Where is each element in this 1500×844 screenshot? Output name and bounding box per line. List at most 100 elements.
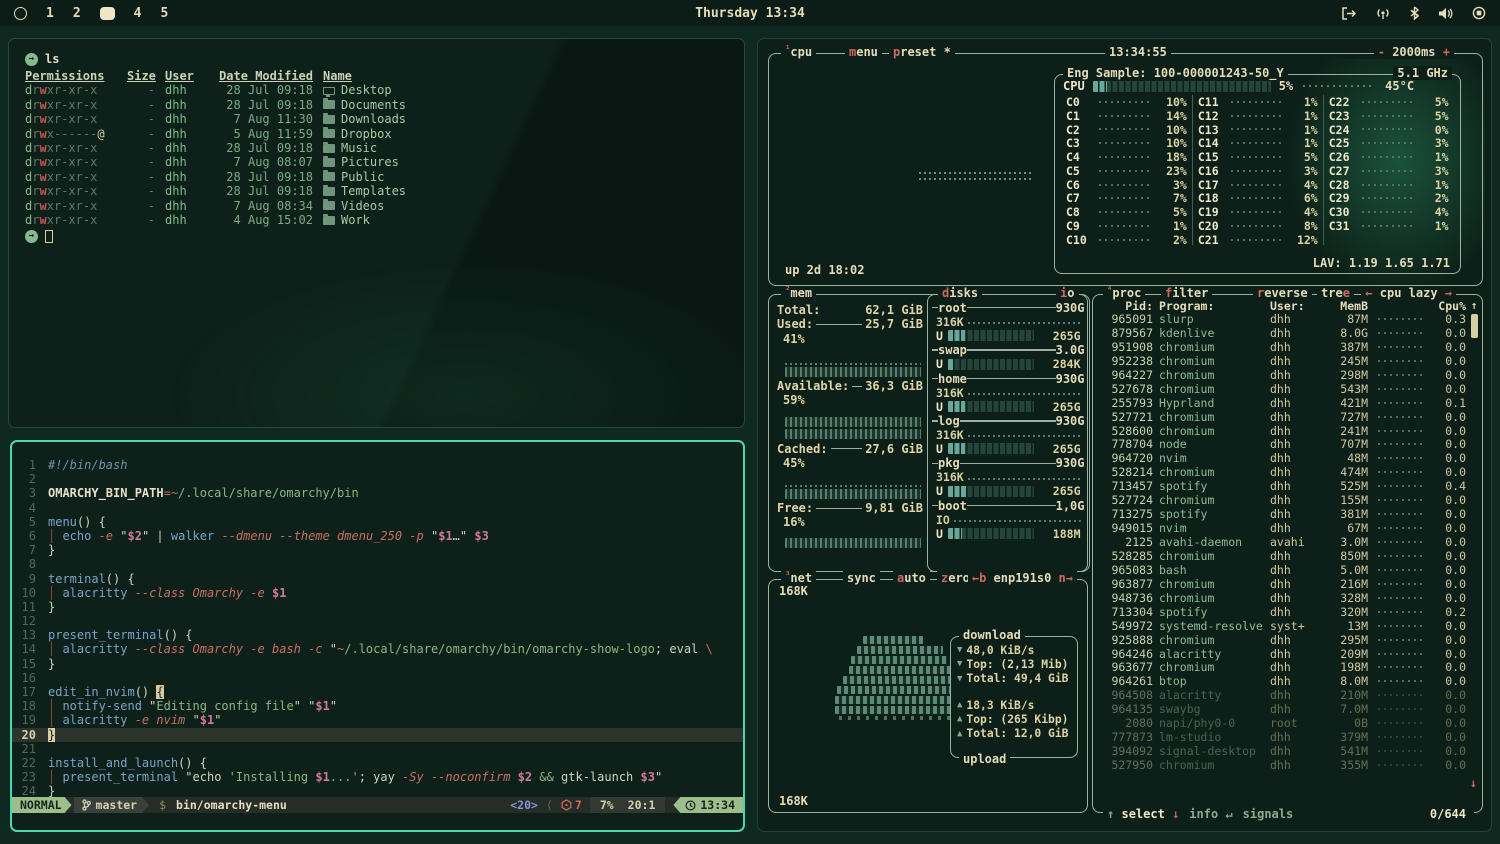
workspace-1[interactable]: 1 bbox=[46, 6, 54, 21]
process-row[interactable]: 527724chromiumdhh155M0.0 bbox=[1101, 493, 1466, 507]
process-row[interactable]: 949015nvimdhh67M0.0 bbox=[1101, 521, 1466, 535]
code-line[interactable]: 16 bbox=[12, 671, 743, 685]
process-row[interactable]: 964720nvimdhh48M0.0 bbox=[1101, 451, 1466, 465]
code-line[interactable]: 7} bbox=[12, 543, 743, 557]
code-line[interactable]: 1#!/bin/bash bbox=[12, 458, 743, 472]
code-line[interactable]: 10│ alacritty --class Omarchy -e $1 bbox=[12, 586, 743, 600]
code-line[interactable]: 11} bbox=[12, 600, 743, 614]
volume-icon[interactable] bbox=[1438, 7, 1453, 20]
process-row[interactable]: 951908chromiumdhh387M0.0 bbox=[1101, 340, 1466, 354]
code-line[interactable]: 15} bbox=[12, 657, 743, 671]
net-sync-button[interactable]: sync bbox=[843, 571, 880, 585]
code-line[interactable]: 14│ alacritty --class Omarchy -e bash -c… bbox=[12, 642, 743, 656]
preset-button[interactable]: preset * bbox=[889, 45, 955, 59]
process-row[interactable]: 255793Hyprlanddhh421M0.1 bbox=[1101, 396, 1466, 410]
scrollbar-thumb[interactable] bbox=[1471, 314, 1478, 338]
workspace-4[interactable]: 4 bbox=[134, 6, 142, 21]
proc-scrollbar[interactable]: ↑ bbox=[1469, 299, 1479, 338]
mem-box-title[interactable]: ²mem bbox=[781, 286, 816, 300]
tree-button[interactable]: tree bbox=[1317, 286, 1354, 300]
core-usage-row: C210% bbox=[1066, 123, 1187, 137]
process-row[interactable]: 925888chromiumdhh295M0.0 bbox=[1101, 633, 1466, 647]
update-interval-control[interactable]: - 2000ms + bbox=[1374, 45, 1454, 59]
workspace-5[interactable]: 5 bbox=[160, 6, 168, 21]
code-line[interactable]: 12 bbox=[12, 614, 743, 628]
code-line[interactable]: 13present_terminal() { bbox=[12, 628, 743, 642]
screen-record-icon[interactable] bbox=[1472, 6, 1486, 20]
process-row[interactable]: 549972systemd-resolvesyst+13M0.0 bbox=[1101, 619, 1466, 633]
process-row[interactable]: 527721chromiumdhh727M0.0 bbox=[1101, 410, 1466, 424]
process-row[interactable]: 528285chromiumdhh850M0.0 bbox=[1101, 549, 1466, 563]
process-row[interactable]: 964246alacrittydhh209M0.0 bbox=[1101, 647, 1466, 661]
code-line[interactable]: 18│ notify-send "Editing config file" "$… bbox=[12, 699, 743, 713]
process-row[interactable]: 527678chromiumdhh543M0.0 bbox=[1101, 382, 1466, 396]
process-row[interactable]: 2080napi/phy0-0root0B0.0 bbox=[1101, 716, 1466, 730]
net-box-title[interactable]: ³net bbox=[781, 571, 816, 585]
process-row[interactable]: 527950chromiumdhh355M0.0 bbox=[1101, 758, 1466, 772]
code-line[interactable]: 19│ alacritty -e nvim "$1" bbox=[12, 713, 743, 727]
process-row[interactable]: 963877chromiumdhh216M0.0 bbox=[1101, 577, 1466, 591]
process-row[interactable]: 713304spotifydhh320M0.2 bbox=[1101, 605, 1466, 619]
process-row[interactable]: 965083bashdhh5.0M0.0 bbox=[1101, 563, 1466, 577]
process-row[interactable]: 948736chromiumdhh328M0.0 bbox=[1101, 591, 1466, 605]
cpu-total-label: CPU bbox=[1063, 79, 1085, 93]
code-line[interactable]: 23│ present_terminal "echo 'Installing $… bbox=[12, 770, 743, 784]
process-row[interactable]: 964261btopdhh8.0M0.0 bbox=[1101, 674, 1466, 688]
code-buffer[interactable]: 1#!/bin/bash23OMARCHY_BIN_PATH=~/.local/… bbox=[12, 458, 743, 799]
workspace-3-active[interactable] bbox=[100, 7, 115, 20]
code-line[interactable]: 6│ echo -e "$2" | walker --dmenu --theme… bbox=[12, 529, 743, 543]
memory-stats: Total:62,1 GiB Used:25,7 GiB 41% Availab… bbox=[777, 303, 923, 550]
code-line[interactable]: 20} bbox=[12, 728, 743, 742]
process-row[interactable]: 963677chromiumdhh198M0.0 bbox=[1101, 660, 1466, 674]
process-row[interactable]: 528214chromiumdhh474M0.0 bbox=[1101, 465, 1466, 479]
scroll-down-arrow[interactable]: ↓ bbox=[1470, 776, 1477, 790]
sort-column-switcher[interactable]: ← cpu lazy → bbox=[1361, 286, 1456, 300]
code-line[interactable]: 17edit_in_nvim() { bbox=[12, 685, 743, 699]
terminal-window-ls[interactable]: → ls PermissionsSizeUserDate ModifiedNam… bbox=[8, 38, 745, 428]
process-row[interactable]: 713457spotifydhh525M0.4 bbox=[1101, 479, 1466, 493]
cpu-box-title[interactable]: ¹cpu bbox=[781, 45, 816, 59]
code-line[interactable]: 2 bbox=[12, 472, 743, 486]
signals-hint[interactable]: signals bbox=[1243, 807, 1294, 821]
net-interface-switcher[interactable]: ←b enp191s0 n→ bbox=[968, 571, 1077, 585]
process-row[interactable]: 952238chromiumdhh245M0.0 bbox=[1101, 354, 1466, 368]
io-mode-button[interactable]: io bbox=[1056, 286, 1078, 300]
process-row[interactable]: 394092signal-desktopdhh541M0.0 bbox=[1101, 744, 1466, 758]
process-row[interactable]: 964508alacrittydhh210M0.0 bbox=[1101, 688, 1466, 702]
proc-box-title[interactable]: ⁴proc bbox=[1103, 286, 1145, 300]
code-line[interactable]: 22install_and_launch() { bbox=[12, 756, 743, 770]
process-row[interactable]: 777873lm-studiodhh379M0.0 bbox=[1101, 730, 1466, 744]
process-row[interactable]: 965091slurpdhh87M0.3 bbox=[1101, 312, 1466, 326]
code-line[interactable]: 8 bbox=[12, 557, 743, 571]
process-row[interactable]: 713275spotifydhh381M0.0 bbox=[1101, 507, 1466, 521]
btop-monitor-window[interactable]: ¹cpu menu preset * 13:34:55 - 2000ms + u… bbox=[757, 38, 1492, 832]
git-branch-segment[interactable]: master bbox=[74, 797, 150, 813]
process-row[interactable]: 879567kdenlivedhh8.0G0.0 bbox=[1101, 326, 1466, 340]
scroll-up-arrow[interactable]: ↑ bbox=[1469, 299, 1479, 312]
terminal-cursor[interactable] bbox=[45, 230, 53, 243]
process-row[interactable]: 778704nodedhh707M0.0 bbox=[1101, 437, 1466, 451]
info-hint[interactable]: info ↵ bbox=[1189, 807, 1232, 821]
code-line[interactable]: 4 bbox=[12, 501, 743, 515]
code-line[interactable]: 3OMARCHY_BIN_PATH=~/.local/share/omarchy… bbox=[12, 486, 743, 500]
omarchy-logo-icon[interactable] bbox=[14, 7, 27, 20]
process-row[interactable]: 2125avahi-daemonavahi3.0M0.0 bbox=[1101, 535, 1466, 549]
process-row[interactable]: 964135swaybgdhh7.0M0.0 bbox=[1101, 702, 1466, 716]
process-row[interactable]: 528600chromiumdhh241M0.0 bbox=[1101, 424, 1466, 438]
bluetooth-icon[interactable] bbox=[1410, 6, 1419, 20]
reverse-button[interactable]: reverse bbox=[1253, 286, 1312, 300]
process-row[interactable]: 964227chromiumdhh298M0.0 bbox=[1101, 368, 1466, 382]
disks-title[interactable]: disks bbox=[938, 286, 982, 300]
network-icon[interactable] bbox=[1375, 7, 1391, 20]
net-auto-button[interactable]: auto bbox=[893, 571, 930, 585]
filter-button[interactable]: filter bbox=[1161, 286, 1212, 300]
workspace-2[interactable]: 2 bbox=[73, 6, 81, 21]
diagnostics-count[interactable]: 7 bbox=[561, 797, 582, 813]
code-line[interactable]: 21 bbox=[12, 742, 743, 756]
code-line[interactable]: 5menu() { bbox=[12, 515, 743, 529]
nvim-editor-window[interactable]: 1#!/bin/bash23OMARCHY_BIN_PATH=~/.local/… bbox=[10, 440, 745, 832]
menu-button[interactable]: menu bbox=[845, 45, 882, 59]
code-line[interactable]: 9terminal() { bbox=[12, 572, 743, 586]
process-table[interactable]: 965091slurpdhh87M0.3879567kdenlivedhh8.0… bbox=[1093, 312, 1482, 772]
logout-icon[interactable] bbox=[1341, 7, 1356, 20]
